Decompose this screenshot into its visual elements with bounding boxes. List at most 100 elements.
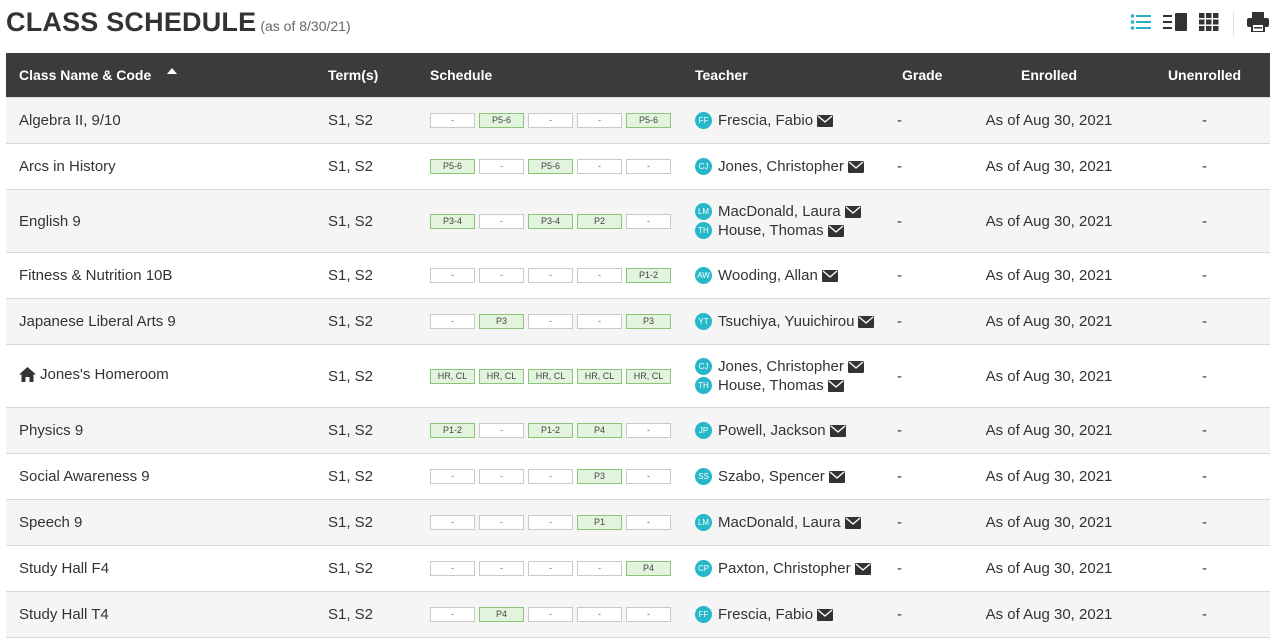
class-name-link[interactable]: Physics 9 — [19, 422, 83, 439]
table-row: Jones's Homeroom S1, S2 HR, CL HR, CL HR, CL… — [6, 344, 1270, 408]
schedule-block-day-5: P1-2 — [626, 268, 671, 283]
grade-text: - — [897, 606, 902, 623]
column-header-enrolled[interactable]: Enrolled — [959, 53, 1139, 98]
schedule-cell: - P3- - P3 — [417, 298, 682, 345]
terms-text: S1, S2 — [328, 468, 374, 485]
grade-text: - — [897, 313, 902, 330]
unenrolled-cell: - — [1139, 97, 1270, 144]
envelope-icon — [817, 114, 834, 127]
unenrolled-cell: - — [1139, 591, 1270, 638]
teacher-name: Paxton, Christopher — [718, 560, 851, 577]
email-teacher-button[interactable] — [854, 562, 871, 575]
email-teacher-button[interactable] — [844, 205, 861, 218]
schedule-cell: P3-4- P3-4 P2- — [417, 189, 682, 253]
class-name-cell: Japanese Liberal Arts 9 — [6, 298, 315, 345]
class-name-link[interactable]: Study Hall T4 — [19, 606, 109, 623]
print-button[interactable] — [1246, 11, 1270, 35]
class-name-link[interactable]: Social Awareness 9 — [19, 468, 150, 485]
table-header-row: Class Name & Code Term(s) Schedule Teach… — [6, 53, 1270, 98]
column-header-schedule-label: Schedule — [430, 67, 493, 83]
unenrolled-text: - — [1202, 158, 1207, 175]
schedule-blocks: P1-2- P1-2 P4- — [430, 423, 682, 438]
email-teacher-button[interactable] — [827, 379, 844, 392]
column-header-terms-label: Term(s) — [328, 67, 379, 83]
list-view-button[interactable] — [1129, 13, 1153, 35]
schedule-block-day-4: - — [577, 607, 622, 622]
enrolled-text: As of Aug 30, 2021 — [985, 560, 1113, 577]
class-name-link[interactable]: Arcs in History — [19, 158, 116, 175]
schedule-block-day-2: P4 — [479, 607, 524, 622]
email-teacher-button[interactable] — [817, 114, 834, 127]
grade-cell: - — [889, 189, 959, 253]
enrolled-text: As of Aug 30, 2021 — [985, 112, 1113, 129]
email-teacher-button[interactable] — [847, 160, 864, 173]
class-name-text: Study Hall F4 — [19, 560, 110, 577]
schedule-blocks: - P4- - - — [430, 607, 682, 622]
enrolled-text: As of Aug 30, 2021 — [985, 212, 1113, 230]
column-header-unenrolled[interactable]: Unenrolled — [1139, 53, 1270, 98]
teacher-avatar: LM — [695, 203, 712, 220]
teacher-entry: LM MacDonald, Laura — [695, 513, 889, 532]
schedule-blocks: - P5-6- - P5-6 — [430, 113, 682, 128]
email-teacher-button[interactable] — [847, 360, 864, 373]
email-teacher-button[interactable] — [817, 608, 834, 621]
column-header-teacher[interactable]: Teacher — [682, 53, 889, 98]
class-name-link[interactable]: Speech 9 — [19, 514, 82, 531]
schedule-blocks: - P3- - P3 — [430, 314, 682, 329]
schedule-block-day-3: - — [528, 607, 573, 622]
schedule-block-day-4: - — [577, 113, 622, 128]
envelope-icon — [829, 424, 846, 437]
detail-view-button[interactable] — [1163, 12, 1187, 35]
teacher-avatar: JP — [695, 422, 712, 439]
class-name-link[interactable]: Fitness & Nutrition 10B — [19, 267, 172, 284]
email-teacher-button[interactable] — [829, 424, 846, 437]
teacher-cell: SS Szabo, Spencer — [682, 453, 889, 500]
schedule-block-day-3: P5-6 — [528, 159, 573, 174]
schedule-block-day-1: - — [430, 561, 475, 576]
class-name-link[interactable]: Study Hall F4 — [19, 560, 109, 577]
teacher-avatar: TH — [695, 222, 712, 239]
unenrolled-text: - — [1202, 212, 1207, 230]
schedule-block-day-3: - — [528, 314, 573, 329]
enrolled-cell: As of Aug 30, 2021 — [959, 499, 1139, 546]
terms-text: S1, S2 — [328, 267, 374, 284]
envelope-icon — [827, 224, 844, 237]
schedule-cell: - - - P1- — [417, 499, 682, 546]
class-name-cell: Social Awareness 9 — [6, 453, 315, 500]
column-header-terms[interactable]: Term(s) — [315, 53, 417, 98]
terms-text: S1, S2 — [328, 422, 374, 439]
email-teacher-button[interactable] — [844, 516, 861, 529]
unenrolled-text: - — [1202, 112, 1207, 129]
schedule-block-day-1: - — [430, 515, 475, 530]
class-name-link[interactable]: Algebra II, 9/10 — [19, 112, 121, 129]
table-row: Social Awareness 9 S1, S2- - - P3- SS Szabo, S… — [6, 453, 1270, 500]
teacher-name: Jones, Christopher — [718, 358, 844, 375]
email-teacher-button[interactable] — [827, 224, 844, 237]
email-teacher-button[interactable] — [821, 269, 838, 282]
column-header-schedule[interactable]: Schedule — [417, 53, 682, 98]
column-header-grade[interactable]: Grade — [889, 53, 959, 98]
teacher-cell: AW Wooding, Allan — [682, 252, 889, 299]
unenrolled-text: - — [1202, 367, 1207, 385]
schedule-cell: P5-6- P5-6- - — [417, 143, 682, 190]
grid-view-button[interactable] — [1197, 12, 1221, 35]
enrolled-cell: As of Aug 30, 2021 — [959, 591, 1139, 638]
grade-text: - — [897, 468, 902, 485]
schedule-block-day-4: P1 — [577, 515, 622, 530]
teacher-avatar: YT — [695, 313, 712, 330]
schedule-block-day-5: P5-6 — [626, 113, 671, 128]
class-name-text: Study Hall T4 — [19, 606, 109, 623]
envelope-icon — [817, 608, 834, 621]
schedule-block-day-5: - — [626, 213, 671, 229]
column-header-class-name[interactable]: Class Name & Code — [6, 53, 315, 98]
class-name-cell: Fitness & Nutrition 10B — [6, 252, 315, 299]
class-name-text: English 9 — [19, 212, 81, 230]
class-name-link[interactable]: English 9 — [19, 213, 81, 230]
class-name-link[interactable]: Jones's Homeroom — [19, 366, 169, 383]
teacher-name: Jones, Christopher — [718, 158, 844, 175]
email-teacher-button[interactable] — [828, 470, 845, 483]
teacher-name: Tsuchiya, Yuuichirou — [718, 313, 855, 330]
grade-cell: - — [889, 499, 959, 546]
email-teacher-button[interactable] — [858, 315, 875, 328]
class-name-link[interactable]: Japanese Liberal Arts 9 — [19, 313, 176, 330]
